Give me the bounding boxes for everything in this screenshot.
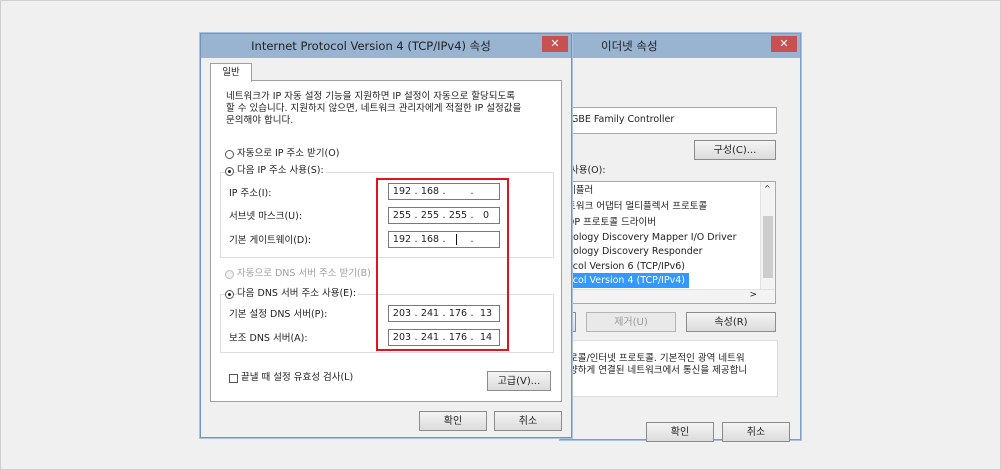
- title-bar: [561, 34, 800, 58]
- scroll-right-icon[interactable]: >: [749, 290, 757, 300]
- horizontal-scrollbar[interactable]: >: [561, 289, 775, 303]
- preferred-dns-label: 기본 설정 DNS 서버(P):: [229, 309, 328, 320]
- cancel-button[interactable]: 취소: [494, 411, 562, 431]
- description-group: 로콜/인터넷 프로토콜. 기본적인 광역 네트워 양하게 연결된 네트워크에서 …: [560, 340, 778, 397]
- alternate-dns-label: 보조 DNS 서버(A):: [229, 333, 308, 344]
- highlight-box: [376, 178, 509, 351]
- uses-label: 사용(O):: [570, 165, 606, 176]
- auto-ip-radio[interactable]: [225, 150, 234, 159]
- description-line-2: 할 수 있습니다. 지원하지 않으면, 네트워크 관리자에게 적절한 IP 설정…: [226, 103, 522, 114]
- auto-dns-label[interactable]: 자동으로 DNS 서버 주소 받기(B): [237, 268, 371, 280]
- description-line-1: 네트워크가 IP 자동 설정 기능을 지원하면 IP 설정이 자동으로 할당되도…: [226, 91, 515, 102]
- description-line-3: 문의해야 합니다.: [226, 115, 294, 126]
- close-icon: ✕: [550, 37, 560, 50]
- list-item[interactable]: 트워크 어댑터 멀티플렉서 프로토콜: [567, 199, 707, 214]
- ip-address-label: IP 주소(I):: [229, 188, 272, 199]
- components-list[interactable]: 케플러 트워크 어댑터 멀티플렉서 프로토콜 DP 프로토콜 드라이버 polo…: [560, 181, 776, 304]
- manual-ip-radio[interactable]: [225, 167, 234, 176]
- close-button[interactable]: ✕: [542, 36, 568, 52]
- cancel-button[interactable]: 취소: [722, 422, 790, 442]
- close-button[interactable]: ✕: [771, 36, 797, 52]
- validate-label[interactable]: 끝낼 때 설정 유효성 검사(L): [241, 372, 353, 384]
- list-item[interactable]: DP 프로토콜 드라이버: [567, 215, 656, 230]
- gateway-label: 기본 게이트웨이(D):: [229, 235, 312, 246]
- scroll-thumb[interactable]: [763, 216, 773, 278]
- vertical-scrollbar[interactable]: ^: [760, 182, 775, 290]
- advanced-button[interactable]: 고급(V)...: [487, 371, 551, 391]
- window-title: 이더넷 속성: [601, 39, 658, 53]
- list-item-selected[interactable]: ocol Version 4 (TCP/IPv4): [561, 273, 689, 288]
- configure-button[interactable]: 구성(C)...: [694, 140, 776, 160]
- subnet-label: 서브넷 마스크(U):: [229, 211, 303, 222]
- scroll-up-icon[interactable]: ^: [764, 184, 771, 193]
- close-icon: ✕: [779, 37, 789, 50]
- window-title: Internet Protocol Version 4 (TCP/IPv4) 속…: [251, 39, 491, 53]
- properties-button[interactable]: 속성(R): [686, 312, 776, 332]
- list-item[interactable]: pology Discovery Mapper I/O Driver: [567, 230, 737, 245]
- manual-dns-radio[interactable]: [225, 290, 234, 299]
- description-line-2: 양하게 연결된 네트워크에서 통신을 제공합니: [569, 365, 748, 376]
- adapter-name: GBE Family Controller: [571, 114, 675, 125]
- adapter-name-field: GBE Family Controller: [560, 107, 777, 134]
- auto-ip-label[interactable]: 자동으로 IP 주소 받기(O): [237, 148, 339, 160]
- auto-dns-radio[interactable]: [225, 270, 234, 279]
- ok-button[interactable]: 확인: [646, 422, 714, 442]
- manual-ip-label[interactable]: 다음 IP 주소 사용(S):: [237, 165, 326, 177]
- tab-general[interactable]: 일반: [210, 63, 252, 82]
- list-item[interactable]: pology Discovery Responder: [567, 244, 703, 259]
- ok-button[interactable]: 확인: [419, 411, 487, 431]
- remove-button[interactable]: 제거(U): [586, 312, 676, 332]
- list-item[interactable]: ocol Version 6 (TCP/IPv6): [567, 259, 685, 274]
- validate-checkbox[interactable]: [229, 374, 238, 383]
- manual-dns-label[interactable]: 다음 DNS 서버 주소 사용(E):: [237, 288, 359, 300]
- description-line-1: 로콜/인터넷 프로토콜. 기본적인 광역 네트워: [569, 353, 745, 364]
